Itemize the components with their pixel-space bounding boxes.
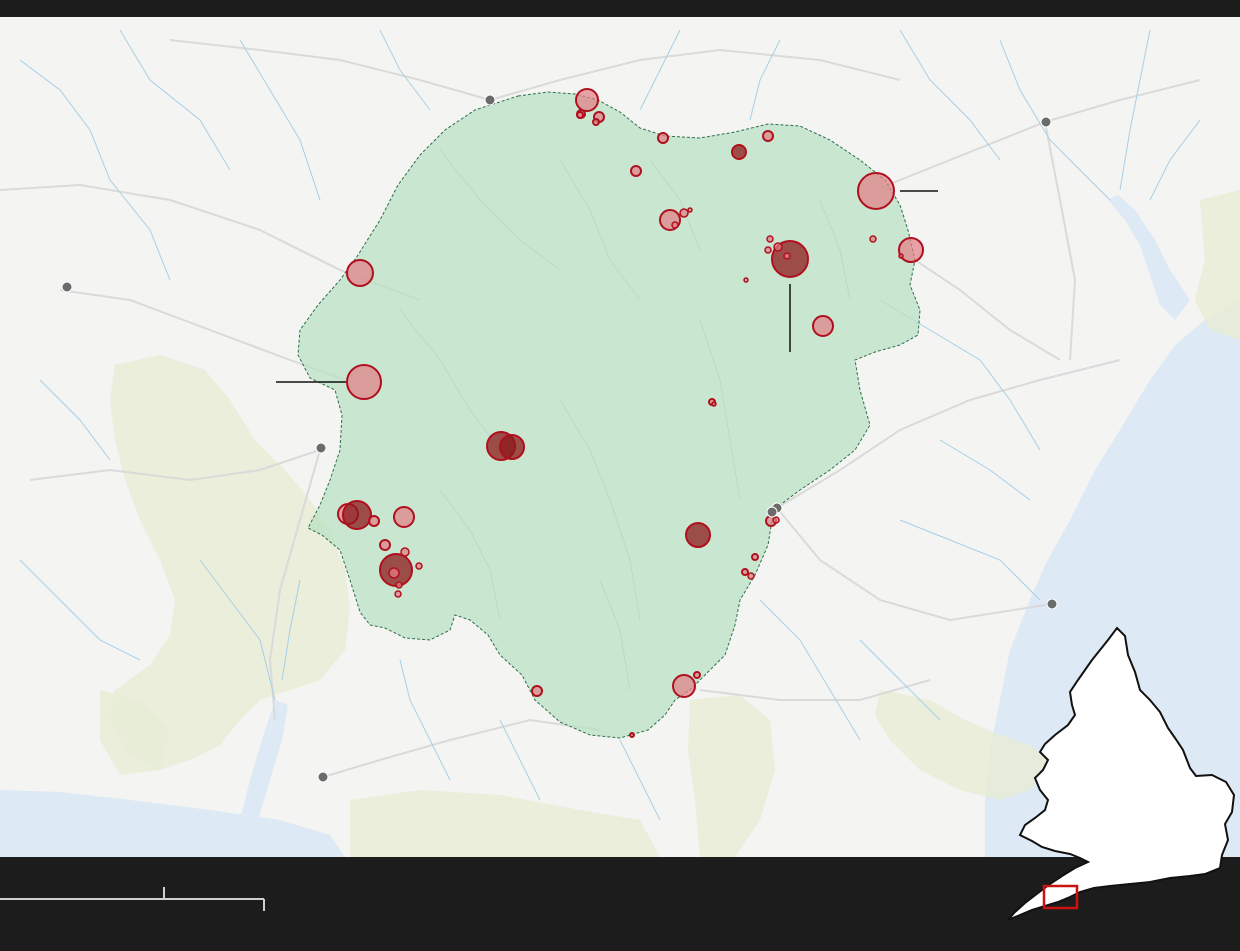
site-marker-s28[interactable] xyxy=(741,568,749,576)
town-dot-icon xyxy=(1040,116,1052,128)
site-marker-s33[interactable] xyxy=(629,732,635,738)
site-marker-s14[interactable] xyxy=(346,259,374,287)
site-marker-s24[interactable] xyxy=(368,515,380,527)
site-marker-s04[interactable] xyxy=(592,118,600,126)
site-marker-s18[interactable] xyxy=(812,315,834,337)
town-dot-icon xyxy=(317,771,329,783)
site-marker-s05[interactable] xyxy=(576,111,584,119)
town-dot-icon xyxy=(61,281,73,293)
site-marker-small[interactable] xyxy=(671,221,679,229)
site-marker-small[interactable] xyxy=(687,207,693,213)
site-marker-s09[interactable] xyxy=(762,130,774,142)
site-marker-small[interactable] xyxy=(711,401,717,407)
town-dot-icon xyxy=(484,94,496,106)
map-svg xyxy=(0,0,1240,946)
site-marker-s07[interactable] xyxy=(630,165,642,177)
town-dot-icon xyxy=(766,506,778,518)
site-marker-s01[interactable] xyxy=(575,88,599,112)
site-marker-s23[interactable] xyxy=(342,500,372,530)
site-marker-small[interactable] xyxy=(400,547,410,557)
site-marker-small[interactable] xyxy=(773,242,783,252)
site-marker-small[interactable] xyxy=(679,208,689,218)
site-marker-s20[interactable] xyxy=(393,506,415,528)
site-marker-small[interactable] xyxy=(898,253,904,259)
site-marker-s11[interactable] xyxy=(898,237,924,263)
site-marker-small[interactable] xyxy=(388,567,400,579)
site-marker-s32[interactable] xyxy=(531,685,543,697)
site-marker-small[interactable] xyxy=(395,581,403,589)
site-marker-small[interactable] xyxy=(766,235,774,243)
site-marker-s17[interactable] xyxy=(499,434,525,460)
site-marker-small[interactable] xyxy=(743,277,749,283)
site-marker-s21[interactable] xyxy=(379,539,391,551)
map-container xyxy=(0,0,1240,946)
site-marker-small[interactable] xyxy=(747,572,755,580)
site-marker-s06[interactable] xyxy=(657,132,669,144)
site-marker-s25[interactable] xyxy=(685,522,711,548)
site-marker-small[interactable] xyxy=(772,516,780,524)
site-marker-s31[interactable] xyxy=(693,671,701,679)
site-marker-s08[interactable] xyxy=(731,144,747,160)
site-marker-small[interactable] xyxy=(869,235,877,243)
town-dot-icon xyxy=(1046,598,1058,610)
site-marker-s15[interactable] xyxy=(346,364,382,400)
top-frame-bar xyxy=(0,0,1240,17)
town-dot-icon xyxy=(315,442,327,454)
site-marker-s27[interactable] xyxy=(751,553,759,561)
site-marker-small[interactable] xyxy=(783,252,791,260)
site-marker-s30[interactable] xyxy=(672,674,696,698)
site-marker-small[interactable] xyxy=(394,590,402,598)
site-marker-small[interactable] xyxy=(415,562,423,570)
site-marker-small[interactable] xyxy=(764,246,772,254)
site-marker-s10[interactable] xyxy=(857,172,895,210)
